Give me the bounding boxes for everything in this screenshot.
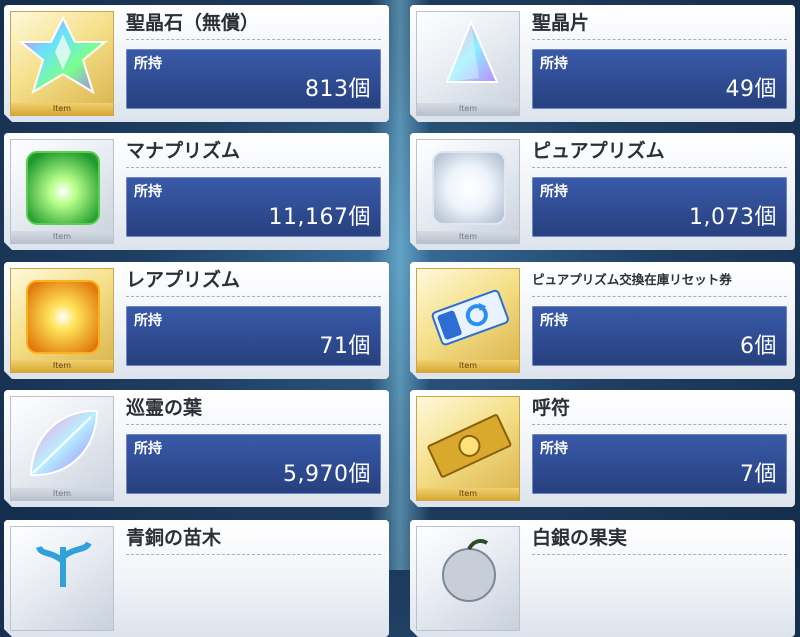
item-thumbnail — [416, 526, 520, 631]
item-card-silver-fruit[interactable]: 白銀の果実 — [410, 520, 795, 637]
hold-label: 所持 — [540, 441, 568, 457]
name-divider — [126, 424, 381, 425]
hold-label: 所持 — [134, 56, 162, 72]
hold-box: 所持 5,970個 — [126, 434, 381, 494]
item-card-summon-ticket[interactable]: Item 呼符 所持 7個 — [410, 390, 795, 507]
hold-label: 所持 — [134, 441, 162, 457]
item-card-reset-ticket[interactable]: Item ピュアプリズム交換在庫リセット券 所持 6個 — [410, 262, 795, 379]
item-thumbnail: Item — [10, 11, 114, 116]
item-thumbnail: Item — [10, 396, 114, 501]
pure-prism-cube-icon — [417, 140, 520, 233]
item-thumbnail: Item — [416, 139, 520, 244]
hold-count: 49個 — [725, 77, 777, 102]
hold-box: 所持 11,167個 — [126, 177, 381, 237]
item-card-mana-prism[interactable]: Item マナプリズム 所持 11,167個 — [4, 133, 389, 250]
item-tag: Item — [417, 103, 519, 115]
hold-label: 所持 — [134, 184, 162, 200]
item-thumbnail: Item — [10, 268, 114, 373]
hold-count: 7個 — [740, 462, 777, 487]
item-tag: Item — [417, 488, 519, 500]
item-name: 青銅の苗木 — [126, 527, 222, 549]
item-name: ピュアプリズム交換在庫リセット券 — [532, 272, 732, 287]
hold-count: 71個 — [319, 334, 371, 359]
item-thumbnail: Item — [416, 11, 520, 116]
hold-box: 所持 813個 — [126, 49, 381, 109]
item-thumbnail: Item — [416, 396, 520, 501]
item-thumbnail: Item — [416, 268, 520, 373]
item-card-saint-quartz[interactable]: Item 聖晶石（無償） 所持 813個 — [4, 5, 389, 122]
item-tag: Item — [11, 488, 113, 500]
item-tag: Item — [417, 231, 519, 243]
hold-box: 所持 6個 — [532, 306, 787, 366]
hold-box: 所持 7個 — [532, 434, 787, 494]
item-card-bronze-sapling[interactable]: 青銅の苗木 — [4, 520, 389, 637]
hold-box: 所持 49個 — [532, 49, 787, 109]
item-card-quartz-fragment[interactable]: Item 聖晶片 所持 49個 — [410, 5, 795, 122]
name-divider — [532, 167, 787, 168]
name-divider — [532, 296, 787, 297]
saint-quartz-star-icon — [11, 12, 114, 105]
hold-label: 所持 — [540, 184, 568, 200]
name-divider — [126, 554, 381, 555]
silver-fruit-icon — [417, 527, 520, 620]
hold-box: 所持 1,073個 — [532, 177, 787, 237]
rare-prism-cube-icon — [11, 269, 114, 362]
hold-box: 所持 71個 — [126, 306, 381, 366]
item-name: レアプリズム — [126, 269, 241, 291]
quartz-fragment-pyramid-icon — [417, 12, 520, 105]
item-thumbnail — [10, 526, 114, 631]
item-tag: Item — [11, 231, 113, 243]
summon-ticket-icon — [417, 397, 520, 490]
item-name: 巡霊の葉 — [126, 397, 203, 419]
item-name: 聖晶片 — [532, 12, 590, 34]
bronze-sapling-icon — [11, 527, 114, 620]
spirit-leaf-icon — [11, 397, 114, 490]
reset-ticket-icon — [417, 269, 520, 362]
item-name: ピュアプリズム — [532, 140, 665, 162]
hold-label: 所持 — [540, 56, 568, 72]
hold-count: 11,167個 — [268, 205, 371, 230]
hold-label: 所持 — [134, 313, 162, 329]
name-divider — [126, 167, 381, 168]
item-name: 呼符 — [532, 397, 571, 419]
item-tag: Item — [11, 360, 113, 372]
name-divider — [532, 554, 787, 555]
item-tag: Item — [11, 103, 113, 115]
name-divider — [126, 39, 381, 40]
item-name: 聖晶石（無償） — [126, 12, 260, 34]
hold-label: 所持 — [540, 313, 568, 329]
hold-count: 1,073個 — [689, 205, 777, 230]
item-thumbnail: Item — [10, 139, 114, 244]
name-divider — [532, 424, 787, 425]
hold-count: 813個 — [305, 77, 371, 102]
name-divider — [532, 39, 787, 40]
hold-count: 5,970個 — [283, 462, 371, 487]
item-name: 白銀の果実 — [532, 527, 628, 549]
item-card-rare-prism[interactable]: Item レアプリズム 所持 71個 — [4, 262, 389, 379]
item-card-pure-prism[interactable]: Item ピュアプリズム 所持 1,073個 — [410, 133, 795, 250]
mana-prism-cube-icon — [11, 140, 114, 233]
item-tag: Item — [417, 360, 519, 372]
item-name: マナプリズム — [126, 140, 241, 162]
item-card-spirit-leaf[interactable]: Item 巡霊の葉 所持 5,970個 — [4, 390, 389, 507]
hold-count: 6個 — [740, 334, 777, 359]
name-divider — [126, 296, 381, 297]
